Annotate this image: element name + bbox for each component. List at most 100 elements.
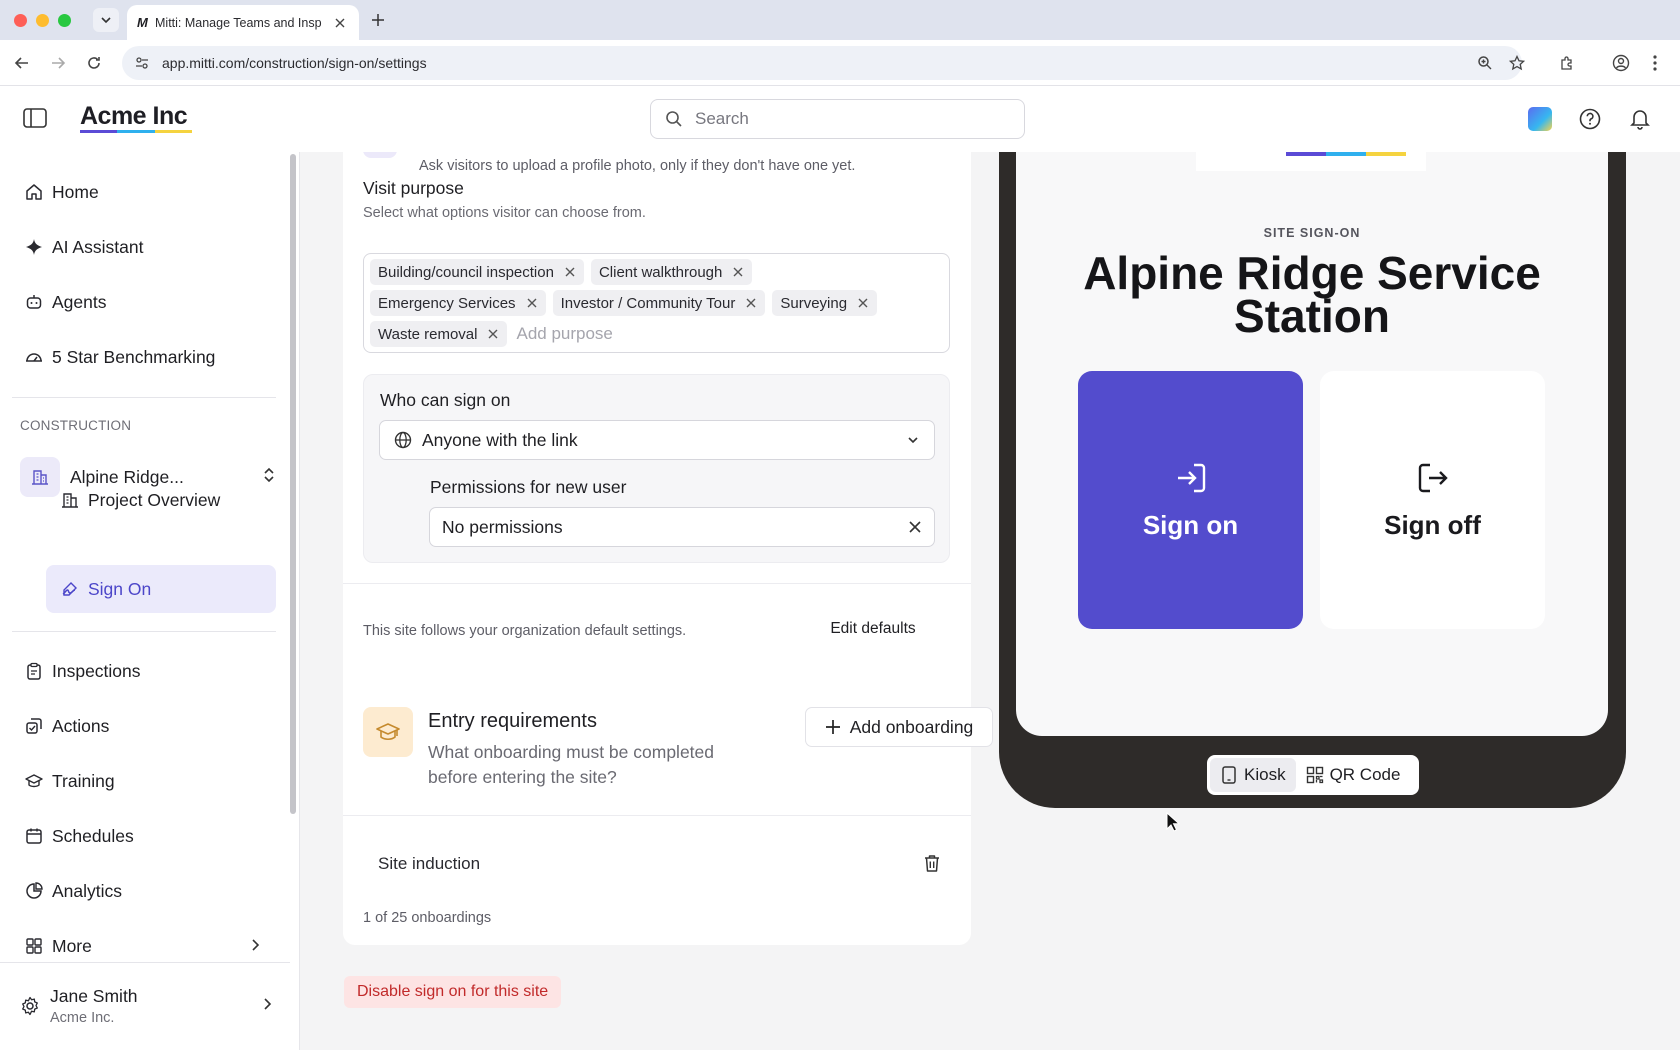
help-icon[interactable] xyxy=(1577,106,1603,132)
window-maximize-button[interactable] xyxy=(58,14,71,27)
purpose-tag: Investor / Community Tour xyxy=(552,290,766,316)
extensions-icon[interactable] xyxy=(1556,52,1578,74)
window-minimize-button[interactable] xyxy=(36,14,49,27)
kiosk-mode-button[interactable]: Kiosk xyxy=(1210,758,1296,792)
remove-tag-icon[interactable] xyxy=(526,297,538,309)
sidebar-item-training[interactable]: Training xyxy=(12,759,276,803)
bookmark-star-icon[interactable] xyxy=(1506,52,1528,74)
user-org: Acme Inc. xyxy=(50,1010,115,1026)
sidebar-item-project-overview[interactable]: Project Overview xyxy=(46,476,276,524)
reload-icon xyxy=(88,57,100,69)
sidebar-item-agents[interactable]: Agents xyxy=(12,280,276,324)
qr-code-label: QR Code xyxy=(1329,765,1401,784)
signature-icon xyxy=(60,579,80,599)
sidebar-item-label: Training xyxy=(52,770,115,791)
sidebar-item-5-star-benchmarking[interactable]: 5 Star Benchmarking xyxy=(12,335,276,379)
trash-icon[interactable] xyxy=(921,852,943,874)
remove-tag-icon[interactable] xyxy=(857,297,869,309)
plus-icon xyxy=(372,14,384,26)
profile-photo-icon xyxy=(363,152,397,158)
purpose-tag: Client walkthrough xyxy=(590,259,753,285)
sidebar-scrollbar[interactable] xyxy=(290,154,296,814)
arrow-right-icon xyxy=(52,57,66,69)
permissions-select[interactable]: No permissions xyxy=(429,507,935,547)
browser-toolbar: app.mitti.com/construction/sign-on/setti… xyxy=(0,40,1680,86)
purpose-tag-label: Investor / Community Tour xyxy=(560,294,736,312)
sidebar-item-schedules[interactable]: Schedules xyxy=(12,814,276,858)
search-input[interactable]: Search xyxy=(650,99,1025,139)
who-can-sign-on-panel: Who can sign on Anyone with the link Per… xyxy=(363,374,950,563)
bell-icon[interactable] xyxy=(1627,106,1653,132)
brand-logo[interactable]: Acme Inc xyxy=(80,102,188,131)
sidebar-item-label: Actions xyxy=(52,715,110,736)
purpose-tag-label: Surveying xyxy=(780,294,848,312)
pie-chart-icon xyxy=(24,881,44,901)
add-onboarding-button[interactable]: Add onboarding xyxy=(805,707,993,747)
chevron-down-icon xyxy=(101,17,111,24)
edit-defaults-button[interactable]: Edit defaults xyxy=(813,609,933,649)
purpose-tag: Emergency Services xyxy=(370,290,546,316)
ai-sparkle-icon[interactable] xyxy=(1527,106,1553,132)
disable-sign-on-button[interactable]: Disable sign on for this site xyxy=(344,976,562,1008)
sign-in-icon xyxy=(1173,460,1209,496)
actions-icon xyxy=(24,716,44,736)
site-settings-icon[interactable] xyxy=(134,55,150,71)
visit-purpose-tag-input[interactable]: Building/council inspection Client walkt… xyxy=(363,253,950,353)
arrow-left-icon xyxy=(14,57,28,69)
sidebar-item-actions[interactable]: Actions xyxy=(12,704,276,748)
sidebar-item-home[interactable]: Home xyxy=(12,170,276,214)
kiosk-label: Kiosk xyxy=(1244,765,1286,784)
sidebar-item-inspections[interactable]: Inspections xyxy=(12,649,276,693)
main-content: Ask visitors to upload a profile photo, … xyxy=(301,152,1680,1050)
remove-tag-icon[interactable] xyxy=(745,297,757,309)
sparkle-icon xyxy=(24,237,44,257)
forward-button[interactable] xyxy=(48,53,68,73)
profile-icon[interactable] xyxy=(1610,52,1632,74)
sidebar-item-label: 5 Star Benchmarking xyxy=(52,346,216,367)
new-tab-button[interactable] xyxy=(368,10,388,30)
brand-underline xyxy=(80,130,192,133)
zoom-icon[interactable] xyxy=(1474,52,1496,74)
sidebar-item-label: Schedules xyxy=(52,825,134,846)
sidebar-toggle-icon[interactable] xyxy=(23,108,47,130)
preview-mode-toggle: Kiosk QR Code xyxy=(1207,755,1419,795)
close-icon[interactable] xyxy=(331,14,349,32)
qr-code-mode-button[interactable]: QR Code xyxy=(1296,758,1411,792)
who-can-sign-on-value: Anyone with the link xyxy=(422,429,578,450)
sidebar-item-sign-on[interactable]: Sign On xyxy=(46,565,276,613)
reload-button[interactable] xyxy=(84,53,104,73)
sign-on-tile[interactable]: Sign on xyxy=(1078,371,1303,629)
entry-requirements-title: Entry requirements xyxy=(428,710,597,732)
browser-tab-active[interactable]: M Mitti: Manage Teams and Insp xyxy=(127,5,359,40)
tab-search-button[interactable] xyxy=(93,8,119,32)
visit-purpose-title: Visit purpose xyxy=(363,178,464,198)
sign-off-tile[interactable]: Sign off xyxy=(1320,371,1545,629)
who-can-sign-on-select[interactable]: Anyone with the link xyxy=(379,420,935,460)
back-button[interactable] xyxy=(12,53,32,73)
add-purpose-input[interactable]: Add purpose xyxy=(514,321,612,347)
clear-icon[interactable] xyxy=(908,520,922,534)
address-bar[interactable]: app.mitti.com/construction/sign-on/setti… xyxy=(122,46,1522,80)
remove-tag-icon[interactable] xyxy=(487,328,499,340)
globe-icon xyxy=(394,431,412,449)
plus-icon xyxy=(825,719,841,735)
purpose-tag-label: Waste removal xyxy=(378,325,478,343)
browser-tabstrip: M Mitti: Manage Teams and Insp xyxy=(0,0,1680,40)
more-vertical-icon[interactable] xyxy=(1644,52,1666,74)
sidebar-item-analytics[interactable]: Analytics xyxy=(12,869,276,913)
card-divider xyxy=(343,815,971,816)
visit-purpose-subtitle: Select what options visitor can choose f… xyxy=(363,205,646,221)
sidebar-item-ai-assistant[interactable]: AI Assistant xyxy=(12,225,276,269)
gear-icon xyxy=(20,996,40,1016)
remove-tag-icon[interactable] xyxy=(564,266,576,278)
site-logo xyxy=(1196,152,1426,171)
remove-tag-icon[interactable] xyxy=(732,266,744,278)
sign-on-label: Sign on xyxy=(1142,509,1239,540)
window-close-button[interactable] xyxy=(14,14,27,27)
app-header: Acme Inc Search xyxy=(0,86,1680,152)
sidebar-item-label: Inspections xyxy=(52,660,141,681)
add-onboarding-label: Add onboarding xyxy=(849,716,974,737)
user-menu[interactable]: Jane Smith Acme Inc. xyxy=(20,978,276,1034)
onboarding-count: 1 of 25 onboardings xyxy=(363,910,492,926)
who-can-sign-on-title: Who can sign on xyxy=(380,390,511,410)
